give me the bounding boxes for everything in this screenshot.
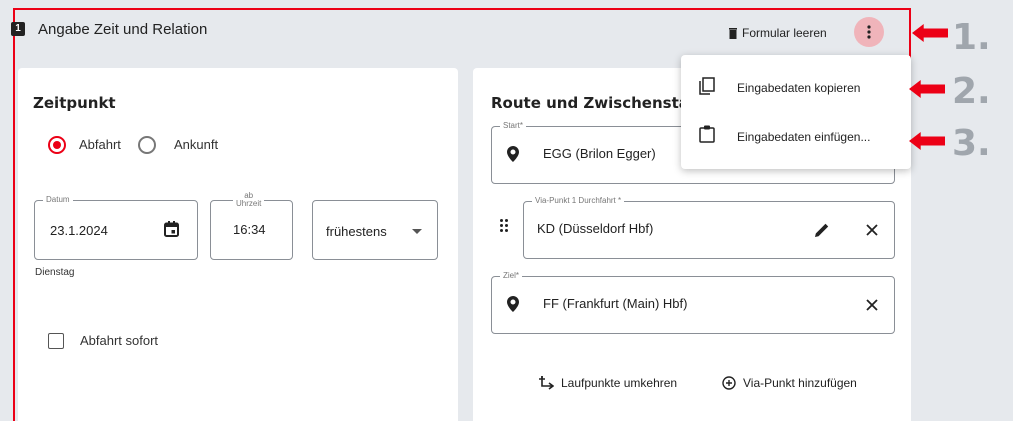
location-pin-icon [507, 146, 519, 162]
location-pin-icon [507, 296, 519, 312]
annotation-arrow-3 [909, 132, 945, 150]
reverse-route-button[interactable]: Laufpunkte umkehren [539, 376, 677, 390]
close-icon[interactable] [866, 299, 878, 311]
menu-item-copy-label: Eingabedaten kopieren [737, 81, 861, 95]
via-field[interactable]: Via-Punkt 1 Durchfahrt * KD (Düsseldorf … [523, 195, 895, 259]
add-via-button[interactable]: Via-Punkt hinzufügen [722, 376, 857, 390]
route-card-title: Route und Zwischensta [491, 94, 689, 112]
clear-form-button[interactable]: Formular leeren [728, 26, 827, 40]
more-options-button[interactable] [854, 17, 884, 47]
annotation-label-3: 3. [952, 123, 991, 164]
section-number: 1 [11, 22, 25, 36]
via-field-label: Via-Punkt 1 Durchfahrt * [532, 195, 625, 207]
pencil-icon[interactable] [814, 222, 830, 238]
copy-icon [699, 77, 715, 95]
swap-icon [539, 376, 554, 390]
depart-now-label: Abfahrt sofort [80, 333, 159, 348]
depart-now-checkbox[interactable] [48, 333, 64, 349]
reverse-route-label: Laufpunkte umkehren [561, 376, 678, 390]
menu-item-copy[interactable]: Eingabedaten kopieren [681, 62, 911, 112]
close-icon[interactable] [866, 224, 878, 236]
menu-item-paste[interactable]: Eingabedaten einfügen... [681, 112, 911, 162]
add-via-label: Via-Punkt hinzufügen [743, 376, 857, 390]
timing-select[interactable]: frühestens [312, 200, 438, 260]
date-field-value: 23.1.2024 [50, 223, 108, 238]
timing-select-value: frühestens [326, 224, 387, 239]
time-field-label: ab Uhrzeit [233, 192, 265, 208]
date-field-label: Datum [43, 194, 73, 206]
date-field[interactable]: Datum 23.1.2024 [34, 194, 198, 260]
chevron-down-icon [412, 229, 422, 234]
time-card-title: Zeitpunkt [33, 94, 116, 112]
annotation-arrow-2 [909, 80, 945, 98]
time-field-value: 16:34 [233, 222, 266, 237]
destination-field-value: FF (Frankfurt (Main) Hbf) [543, 296, 688, 311]
start-field-label: Start* [500, 120, 527, 132]
more-vertical-icon [867, 25, 871, 39]
annotation-label-1: 1. [952, 17, 991, 58]
drag-handle-icon[interactable] [500, 219, 508, 232]
start-field-value: EGG (Brilon Egger) [543, 146, 656, 161]
time-card: Zeitpunkt Abfahrt Ankunft Datum 23.1.202… [18, 68, 458, 421]
time-field[interactable]: ab Uhrzeit 16:34 [210, 192, 293, 260]
radio-arrival[interactable] [138, 136, 156, 154]
add-circle-icon [722, 376, 736, 390]
annotation-arrow-1 [912, 24, 948, 42]
calendar-icon[interactable] [164, 221, 179, 237]
trash-icon [729, 27, 737, 39]
via-field-value: KD (Düsseldorf Hbf) [537, 221, 654, 236]
destination-field-label: Ziel* [500, 270, 523, 282]
annotation-label-2: 2. [952, 71, 991, 112]
weekday-label: Dienstag [35, 267, 75, 278]
more-options-menu: Eingabedaten kopieren Eingabedaten einfü… [681, 55, 911, 169]
destination-field[interactable]: Ziel* FF (Frankfurt (Main) Hbf) [491, 270, 895, 334]
radio-departure[interactable] [48, 136, 66, 154]
menu-item-paste-label: Eingabedaten einfügen... [737, 130, 871, 144]
time-label-bottom: Uhrzeit [236, 199, 262, 208]
section-title: Angabe Zeit und Relation [38, 21, 208, 38]
radio-arrival-label: Ankunft [174, 137, 219, 152]
clear-form-label: Formular leeren [742, 26, 827, 40]
radio-departure-label: Abfahrt [79, 137, 121, 152]
clipboard-icon [699, 125, 715, 143]
